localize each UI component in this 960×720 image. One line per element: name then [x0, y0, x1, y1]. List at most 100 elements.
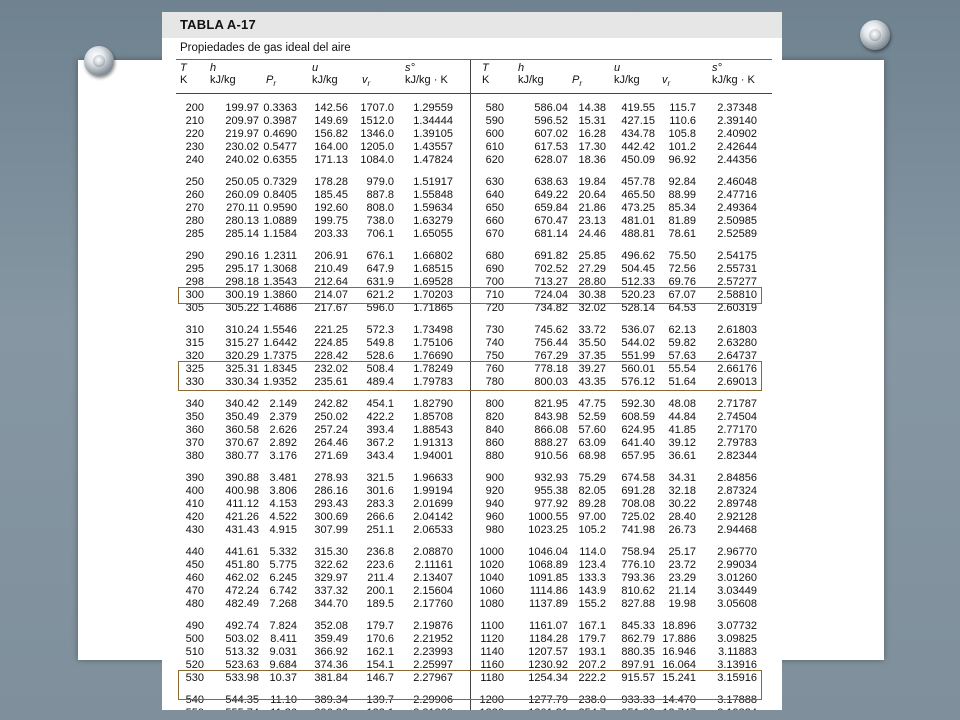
- table-cell: 75.29: [578, 472, 606, 484]
- table-cell: 691.28: [621, 485, 655, 497]
- table-cell: 649.22: [534, 189, 568, 201]
- table-cell: 133.3: [578, 572, 606, 584]
- table-cell: 2.39140: [717, 115, 757, 127]
- table-cell: 900: [485, 472, 504, 484]
- table-cell: 18.36: [578, 154, 606, 166]
- table-cell: 680: [485, 250, 504, 262]
- table-cell: 1080: [479, 598, 504, 610]
- table-cell: 16.28: [578, 128, 606, 140]
- table-cell: 670: [485, 228, 504, 240]
- table-cell: 2.84856: [717, 472, 757, 484]
- table-cell: 68.98: [578, 450, 606, 462]
- table-cell: 600: [485, 128, 504, 140]
- table-cell: 19.84: [578, 176, 606, 188]
- table-row: 620 628.07 18.36 450.09 96.92 2.44356: [162, 154, 782, 167]
- table-cell: 3.01260: [717, 572, 757, 584]
- table-cell: 473.25: [621, 202, 655, 214]
- table-cell: 28.40: [668, 511, 696, 523]
- table-cell: 1046.04: [528, 546, 568, 558]
- column-header-symbol: u: [614, 62, 621, 74]
- table-cell: 745.62: [534, 324, 568, 336]
- table-cell: 167.1: [578, 620, 606, 632]
- table-cell: 2.77170: [717, 424, 757, 436]
- column-header-unit: kJ/kg: [518, 74, 544, 86]
- table-cell: 504.45: [621, 263, 655, 275]
- column-header-unit: K: [482, 74, 490, 86]
- table-cell: 740: [485, 337, 504, 349]
- table-cell: 23.72: [668, 559, 696, 571]
- table-cell: 59.82: [668, 337, 696, 349]
- table-cell: 2.87324: [717, 485, 757, 497]
- table-cell: 105.2: [578, 524, 606, 536]
- table-cell: 1040: [479, 572, 504, 584]
- table-row: 630 638.63 19.84 457.78 92.84 2.46048: [162, 176, 782, 189]
- table-cell: 32.18: [668, 485, 696, 497]
- table-cell: 17.886: [662, 633, 696, 645]
- table-row: 1100 1161.07 167.1 845.33 18.896 3.07732: [162, 620, 782, 633]
- table-cell: 607.02: [534, 128, 568, 140]
- table-cell: 2.47716: [717, 189, 757, 201]
- table-cell: 92.84: [668, 176, 696, 188]
- table-cell: 105.8: [668, 128, 696, 140]
- table-cell: 932.93: [534, 472, 568, 484]
- table-row: 820 843.98 52.59 608.59 44.84 2.74504: [162, 411, 782, 424]
- table-cell: 36.61: [668, 450, 696, 462]
- column-header-symbol: h: [518, 62, 525, 74]
- table-row: 1000 1046.04 114.0 758.94 25.17 2.96770: [162, 546, 782, 559]
- table-cell: 1060: [479, 585, 504, 597]
- table-cell: 2.99034: [717, 559, 757, 571]
- table-cell: 481.01: [621, 215, 655, 227]
- table-row: 590 596.52 15.31 427.15 110.6 2.39140: [162, 115, 782, 128]
- table-cell: 920: [485, 485, 504, 497]
- table-title: TABLA A-17: [180, 17, 256, 32]
- table-cell: 590: [485, 115, 504, 127]
- table-cell: 660: [485, 215, 504, 227]
- column-header-right-3: u kJ/kg: [614, 62, 640, 86]
- table-cell: 2.46048: [717, 176, 757, 188]
- table-row: 1220 1301.31 254.7 951.09 13.747 3.19834: [162, 707, 782, 710]
- table-cell: 940: [485, 498, 504, 510]
- table-cell: 20.64: [578, 189, 606, 201]
- column-header-symbol: T: [482, 62, 489, 74]
- table-cell: 14.38: [578, 102, 606, 114]
- table-cell: 44.84: [668, 411, 696, 423]
- column-header-symbol: T: [180, 62, 187, 74]
- column-header-right-0: TK: [482, 62, 489, 86]
- table-cell: 888.27: [534, 437, 568, 449]
- column-header-unit: kJ/kg: [312, 74, 338, 86]
- table-cell: 641.40: [621, 437, 655, 449]
- table-row: 740 756.44 35.50 544.02 59.82 2.63280: [162, 337, 782, 350]
- column-header-left-5: s° kJ/kg · K: [405, 62, 448, 86]
- table-row: 900 932.93 75.29 674.58 34.31 2.84856: [162, 472, 782, 485]
- table-cell: 27.29: [578, 263, 606, 275]
- table-cell: 33.72: [578, 324, 606, 336]
- table-cell: 2.42644: [717, 141, 757, 153]
- column-header-symbol: vr: [362, 74, 371, 89]
- table-cell: 544.02: [621, 337, 655, 349]
- column-header-symbol: vr: [662, 74, 671, 89]
- table-document: TABLA A-17 Propiedades de gas ideal del …: [162, 12, 782, 710]
- table-cell: 610: [485, 141, 504, 153]
- table-cell: 793.36: [621, 572, 655, 584]
- table-cell: 62.13: [668, 324, 696, 336]
- table-cell: 624.95: [621, 424, 655, 436]
- table-cell: 860: [485, 437, 504, 449]
- table-cell: 756.44: [534, 337, 568, 349]
- table-cell: 2.82344: [717, 450, 757, 462]
- row-highlight-box: [178, 287, 762, 304]
- table-cell: 708.08: [621, 498, 655, 510]
- table-cell: 72.56: [668, 263, 696, 275]
- table-cell: 18.896: [662, 620, 696, 632]
- table-row: 660 670.47 23.13 481.01 81.89 2.50985: [162, 215, 782, 228]
- column-header-left-0: TK: [180, 62, 187, 86]
- table-cell: 193.1: [578, 646, 606, 658]
- column-header-right-4: vr: [662, 62, 671, 89]
- table-cell: 442.42: [621, 141, 655, 153]
- table-row: 1080 1137.89 155.2 827.88 19.98 3.05608: [162, 598, 782, 611]
- table-cell: 97.00: [578, 511, 606, 523]
- table-cell: 1301.31: [528, 707, 568, 710]
- table-cell: 24.46: [578, 228, 606, 240]
- table-cell: 75.50: [668, 250, 696, 262]
- table-cell: 670.47: [534, 215, 568, 227]
- table-row: 640 649.22 20.64 465.50 88.99 2.47716: [162, 189, 782, 202]
